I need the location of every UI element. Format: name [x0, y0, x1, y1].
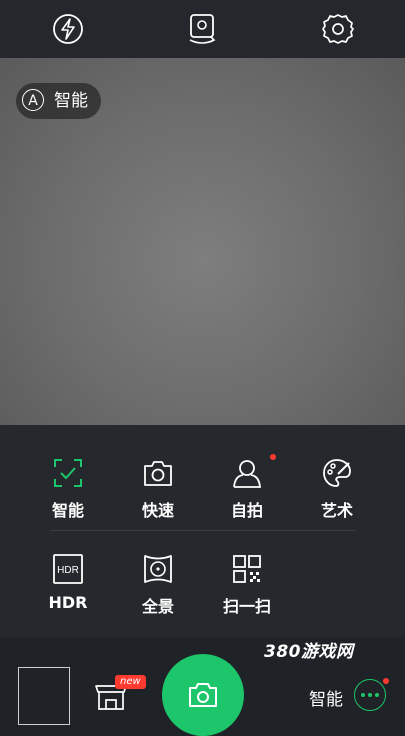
svg-text:HDR: HDR — [57, 565, 79, 576]
watermark: 380游戏网 — [264, 642, 354, 662]
mode-quick[interactable]: 快速 — [118, 457, 198, 527]
mode-label: HDR — [48, 593, 88, 612]
current-mode-label: 智能 — [309, 690, 343, 710]
gear-icon[interactable] — [320, 11, 356, 47]
gallery-thumbnail[interactable] — [18, 667, 70, 725]
mode-label: 自拍 — [230, 501, 263, 520]
mode-label: 快速 — [141, 501, 174, 520]
smart-check-icon — [54, 459, 82, 487]
person-icon — [233, 460, 261, 488]
hdr-icon: HDR — [53, 554, 83, 584]
camera-icon — [189, 683, 217, 707]
shutter-button[interactable] — [162, 654, 244, 736]
mode-panorama[interactable]: 全景 — [118, 553, 198, 623]
more-dots-icon[interactable] — [354, 679, 386, 711]
mode-scan[interactable]: 扫一扫 — [207, 553, 287, 623]
mode-art[interactable]: 艺术 — [297, 457, 377, 527]
palette-icon — [323, 459, 351, 487]
mode-hdr[interactable]: HDR HDR — [28, 553, 108, 623]
mode-label: 智能 — [51, 501, 84, 520]
mode-label: 艺术 — [320, 501, 353, 520]
qr-scan-icon — [233, 555, 261, 583]
notification-dot — [270, 454, 276, 460]
camera-icon — [144, 461, 172, 486]
scene-mode-chip[interactable]: A 智能 — [16, 83, 101, 119]
mode-smart[interactable]: 智能 — [28, 457, 108, 527]
scene-mode-label: 智能 — [54, 91, 88, 111]
notification-dot — [383, 678, 389, 684]
mode-selfie[interactable]: 自拍 — [207, 457, 287, 527]
top-toolbar — [0, 0, 405, 58]
flash-auto-icon[interactable] — [50, 11, 86, 47]
mode-divider — [50, 530, 356, 531]
auto-mode-icon: A — [22, 89, 44, 111]
mode-label: 全景 — [141, 597, 174, 616]
mode-label: 扫一扫 — [222, 597, 271, 616]
panorama-icon — [144, 555, 172, 583]
new-badge: new — [115, 675, 146, 689]
switch-camera-icon[interactable] — [184, 11, 220, 47]
